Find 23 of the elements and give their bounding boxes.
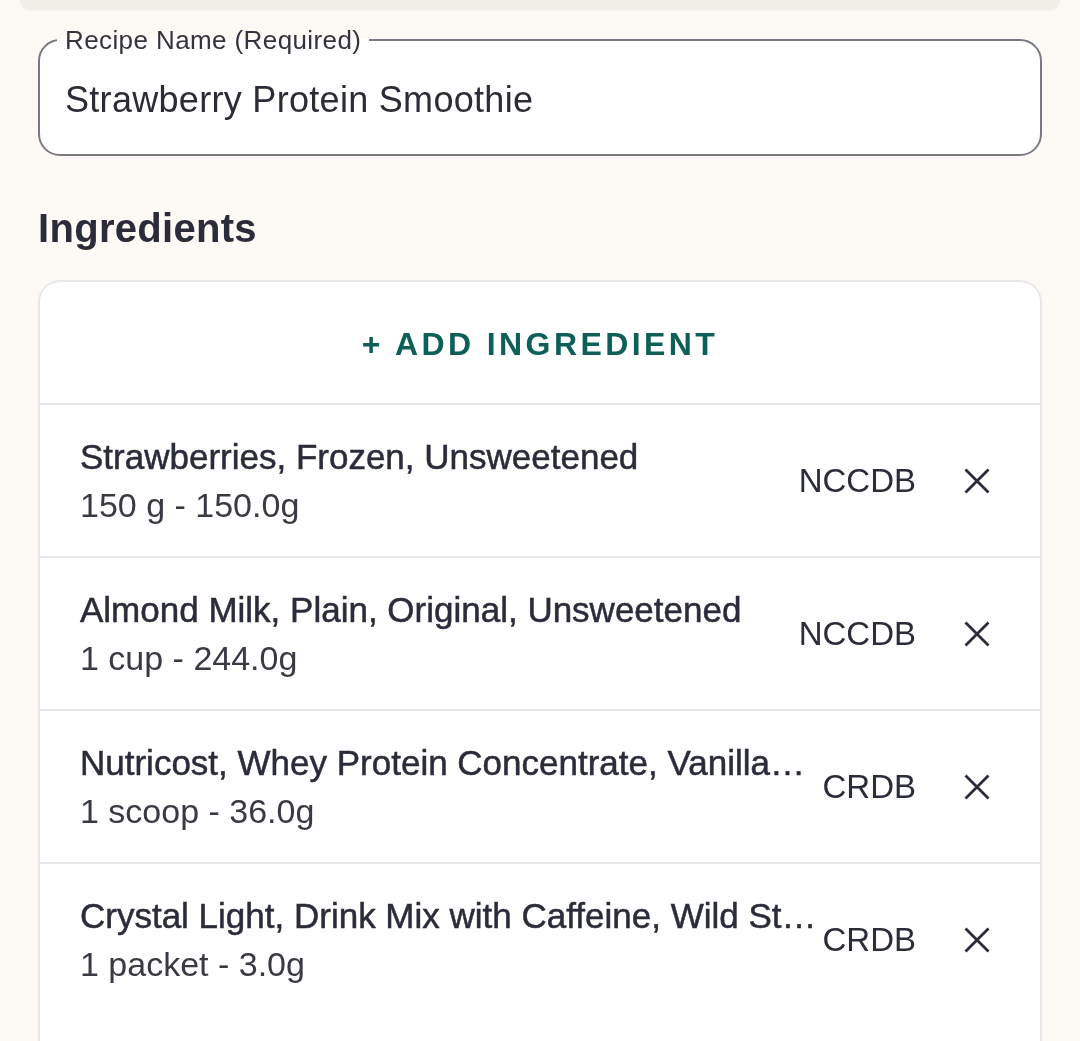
remove-button[interactable]: [964, 926, 990, 953]
source-label: CRDB: [822, 920, 916, 959]
source-label: NCCDB: [798, 614, 916, 653]
add-ingredient-button[interactable]: + ADD INGREDIENT: [351, 318, 729, 371]
ingredient-name: Nutricost, Whey Protein Concentrate, Vanilla…: [80, 741, 806, 784]
section-heading: Ingredients: [38, 206, 258, 250]
ingredient-amount: 1 scoop - 36.0g: [80, 790, 316, 832]
ingredient-amount: 150 g - 150.0g: [80, 484, 301, 526]
remove-button[interactable]: [964, 467, 990, 494]
ingredient-name: Crystal Light, Drink Mix with Caffeine, Wild St…: [80, 894, 817, 937]
remove-button[interactable]: [964, 620, 990, 647]
field-label: Recipe Name (Required): [64, 26, 363, 54]
source-label: CRDB: [822, 767, 916, 806]
ingredient-amount: 1 cup - 244.0g: [80, 637, 299, 679]
close-icon: [964, 467, 990, 494]
remove-button[interactable]: [964, 773, 990, 800]
close-icon: [964, 773, 990, 800]
close-icon: [964, 926, 990, 953]
ingredient-amount: 1 packet - 3.0g: [80, 943, 306, 985]
ingredient-name: Almond Milk, Plain, Original, Unsweetened: [80, 588, 743, 631]
source-label: NCCDB: [798, 461, 916, 500]
close-icon: [964, 620, 990, 647]
ingredient-name: Strawberries, Frozen, Unsweetened: [80, 435, 640, 478]
